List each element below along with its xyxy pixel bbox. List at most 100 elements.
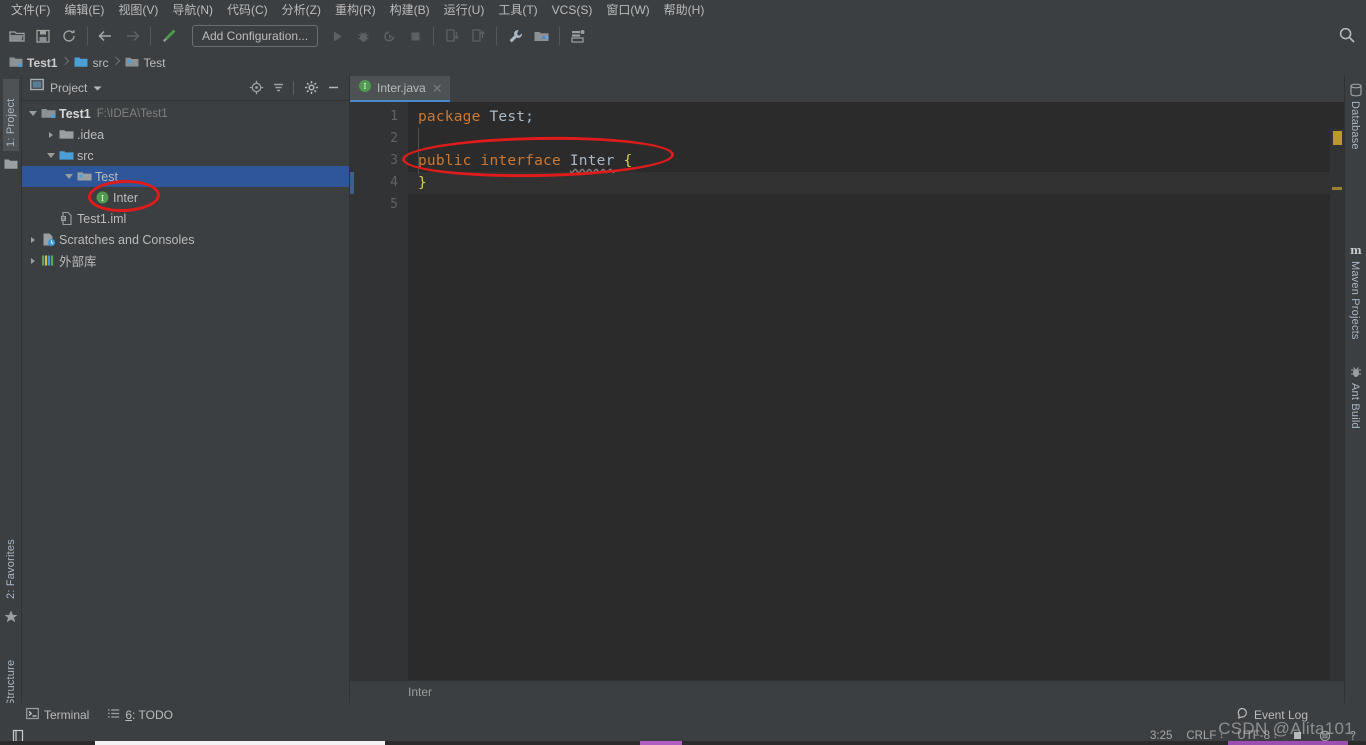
- chevron-right-icon[interactable]: [26, 250, 40, 271]
- editor-tab-inter-java[interactable]: I Inter.java ✕: [350, 76, 450, 102]
- sidebar-item-maven-label: Maven Projects: [1349, 261, 1361, 340]
- bottom-tool-window-bar: Terminal 6 : TODO: [0, 703, 1366, 726]
- menu-code[interactable]: 代码(C): [220, 1, 275, 20]
- breadcrumb-item-test[interactable]: Test: [122, 52, 169, 74]
- menu-edit[interactable]: 编辑(E): [57, 1, 111, 20]
- menu-analyze[interactable]: 分析(Z): [275, 1, 328, 20]
- bottom-item-todo-mnemonic: 6: [125, 707, 133, 722]
- warning-marker[interactable]: [1333, 131, 1342, 145]
- left-tool-window-strip: 1: Project 2: Favorites 7: Structure: [0, 75, 22, 742]
- tree-node-外部库[interactable]: 外部库: [22, 250, 349, 271]
- editor-tab-strip: I Inter.java ✕: [350, 75, 1344, 102]
- run-with-coverage-icon[interactable]: [377, 24, 401, 48]
- code-content[interactable]: package Test; public interface Inter {}: [408, 102, 1344, 680]
- code-editor[interactable]: 1 2 3 4 5 package Test; public interface Int…: [350, 102, 1344, 707]
- tree-node-label: Test: [95, 169, 118, 184]
- update-project-icon[interactable]: [440, 24, 464, 48]
- main-toolbar: Add Configuration...: [0, 21, 1366, 51]
- build-hammer-icon[interactable]: [157, 24, 181, 48]
- code-token: }: [418, 175, 427, 191]
- project-panel-header: Project: [22, 75, 349, 101]
- project-structure-icon[interactable]: [529, 24, 553, 48]
- add-configuration-button[interactable]: Add Configuration...: [192, 25, 319, 47]
- bottom-item-terminal[interactable]: Terminal: [26, 707, 89, 723]
- menu-vcs[interactable]: VCS(S): [545, 1, 600, 20]
- tree-node-inter[interactable]: I Inter: [22, 187, 349, 208]
- caret-position-marker[interactable]: [1332, 187, 1342, 190]
- menu-window[interactable]: 窗口(W): [599, 1, 656, 20]
- tree-node-path: F:\IDEA\Test1: [96, 107, 168, 120]
- chevron-down-icon[interactable]: [93, 79, 102, 97]
- menu-refactor[interactable]: 重构(R): [328, 1, 383, 20]
- chevron-down-icon[interactable]: [44, 145, 58, 166]
- wrench-settings-icon[interactable]: [503, 24, 527, 48]
- project-window-icon: [30, 78, 44, 97]
- bottom-item-todo[interactable]: 6 : TODO: [107, 707, 173, 723]
- terminal-icon: [26, 707, 39, 723]
- menu-run[interactable]: 运行(U): [437, 1, 492, 20]
- search-icon[interactable]: [1338, 26, 1358, 46]
- editor-marker-strip[interactable]: [1330, 129, 1344, 707]
- tree-node-src[interactable]: src: [22, 145, 349, 166]
- sidebar-item-project[interactable]: 1: Project: [3, 79, 19, 151]
- project-tool-window: Project Test1 F:\IDEA\Test1 .idea src Te…: [22, 75, 350, 703]
- minimize-icon[interactable]: [323, 78, 343, 98]
- code-line-4[interactable]: }: [408, 172, 1344, 194]
- chevron-right-icon[interactable]: [26, 229, 40, 250]
- stop-icon[interactable]: [403, 24, 427, 48]
- sidebar-item-database[interactable]: Database: [1349, 101, 1361, 171]
- chevron-down-icon[interactable]: [62, 166, 76, 187]
- code-line-2[interactable]: [408, 128, 1344, 150]
- line-number: 1: [390, 109, 398, 124]
- gear-icon[interactable]: [301, 78, 321, 98]
- editor-breadcrumb-label[interactable]: Inter: [408, 685, 432, 699]
- open-folder-icon[interactable]: [5, 24, 29, 48]
- run-icon[interactable]: [325, 24, 349, 48]
- code-line-5[interactable]: [408, 194, 1344, 216]
- breadcrumb-item-label: src: [92, 56, 109, 70]
- tree-node-test1[interactable]: Test1 F:\IDEA\Test1: [22, 103, 349, 124]
- breadcrumb-item-src[interactable]: src: [71, 52, 112, 74]
- sidebar-item-favorites[interactable]: 2: Favorites: [3, 515, 19, 603]
- project-panel-toolbar: [244, 78, 349, 98]
- module-icon: [40, 103, 57, 124]
- commit-icon[interactable]: [466, 24, 490, 48]
- code-line-1[interactable]: package Test;: [408, 106, 1344, 128]
- debug-icon[interactable]: [351, 24, 375, 48]
- editor-breadcrumb-status: Inter: [350, 680, 1344, 703]
- sdk-manager-icon[interactable]: [566, 24, 590, 48]
- code-line-3[interactable]: public interface Inter {: [408, 150, 1344, 172]
- close-icon[interactable]: ✕: [432, 82, 443, 95]
- tree-node-test1-iml[interactable]: Test1.iml: [22, 208, 349, 229]
- menu-help[interactable]: 帮助(H): [657, 1, 712, 20]
- scratches-icon: [40, 229, 57, 250]
- os-window-segment-1: [95, 741, 385, 745]
- tree-node-scratches-and-consoles[interactable]: Scratches and Consoles: [22, 229, 349, 250]
- locate-target-icon[interactable]: [246, 78, 266, 98]
- svg-text:m: m: [1350, 244, 1362, 257]
- back-arrow-icon[interactable]: [94, 24, 118, 48]
- save-all-icon[interactable]: [31, 24, 55, 48]
- forward-arrow-icon[interactable]: [120, 24, 144, 48]
- collapse-all-icon[interactable]: [268, 78, 288, 98]
- line-number: 2: [390, 131, 398, 146]
- menu-file[interactable]: 文件(F): [4, 1, 57, 20]
- right-tool-window-strip: Database m Maven Projects Ant Build: [1344, 75, 1366, 703]
- code-token: Test;: [489, 109, 535, 125]
- breadcrumb-separator: [112, 52, 121, 74]
- chevron-right-icon[interactable]: [44, 124, 58, 145]
- tree-node-test[interactable]: Test: [22, 166, 349, 187]
- sidebar-item-ant-build[interactable]: Ant Build: [1349, 383, 1361, 447]
- menu-view[interactable]: 视图(V): [111, 1, 165, 20]
- code-token: interface: [480, 153, 561, 169]
- chevron-down-icon[interactable]: [26, 103, 40, 124]
- caret-position[interactable]: 3:25: [1150, 730, 1172, 742]
- menu-tools[interactable]: 工具(T): [491, 1, 544, 20]
- breadcrumb-item-test1[interactable]: Test1: [6, 52, 61, 74]
- menu-build[interactable]: 构建(B): [383, 1, 437, 20]
- tree-node--idea[interactable]: .idea: [22, 124, 349, 145]
- sync-refresh-icon[interactable]: [57, 24, 81, 48]
- sidebar-item-maven[interactable]: Maven Projects: [1349, 261, 1361, 357]
- menu-navigate[interactable]: 导航(N): [165, 1, 220, 20]
